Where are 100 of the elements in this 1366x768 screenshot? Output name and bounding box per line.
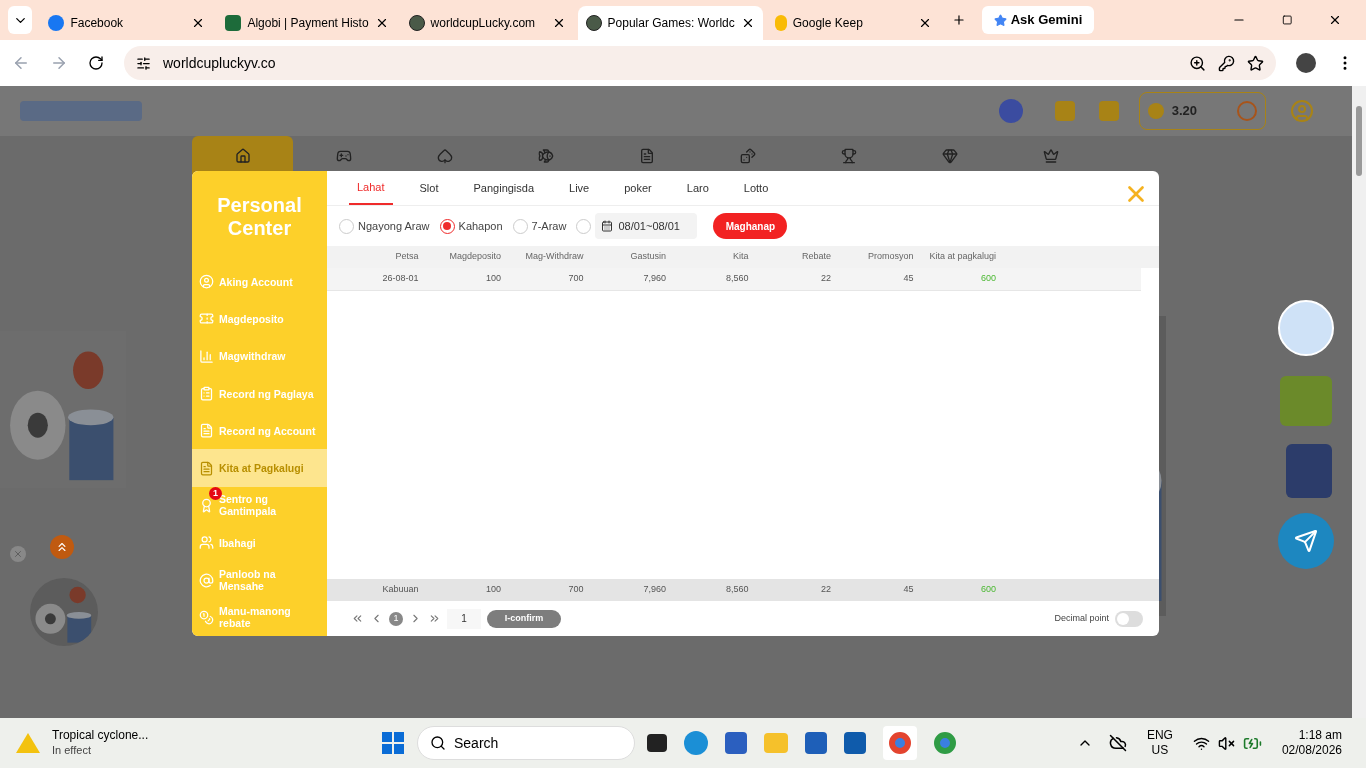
new-tab-icon[interactable]: [951, 12, 966, 28]
site-settings-icon[interactable]: [136, 55, 151, 71]
decimal-point-label: Decimal point: [1054, 611, 1109, 625]
last-page-icon[interactable]: [428, 612, 441, 625]
page-number[interactable]: 1: [389, 611, 403, 626]
search-placeholder: Search: [454, 733, 499, 753]
browser-tab[interactable]: Popular Games: Worldc: [577, 6, 763, 40]
avatar-icon[interactable]: [1296, 53, 1316, 73]
page-input[interactable]: 1: [447, 608, 481, 629]
column-header: Promosyon: [866, 250, 914, 264]
trophy-icon: [840, 148, 857, 164]
zoom-icon[interactable]: [1189, 54, 1206, 72]
category-tab[interactable]: Lotto: [735, 171, 777, 205]
maximize-icon[interactable]: [1281, 14, 1293, 26]
browser-tab[interactable]: Google Keep: [766, 6, 940, 40]
weather-subtitle: In effect: [52, 743, 92, 758]
category-tab[interactable]: Live: [561, 171, 598, 205]
card-icon: [638, 148, 655, 164]
sidebar-item-label: Magdeposito: [219, 312, 284, 325]
scroll-top-button[interactable]: [50, 535, 74, 559]
total-cell-text: Kabuuan: [381, 583, 419, 597]
dice-icon: [739, 148, 756, 164]
mute-icon[interactable]: [1217, 734, 1235, 752]
app-logo-icon: [225, 15, 242, 31]
sidebar-title: Personal Center: [216, 193, 303, 241]
telegram-button[interactable]: [1278, 513, 1334, 569]
date-range-field[interactable]: 08/01~08/01: [595, 213, 698, 239]
url-text: worldcupluckyv.co: [163, 53, 277, 73]
category-tab[interactable]: Lahat: [349, 171, 393, 205]
table-cell-text: 100: [484, 272, 501, 286]
start-icon[interactable]: [382, 732, 404, 754]
nav-item[interactable]: [192, 136, 293, 176]
total-cell-text: 7,960: [642, 583, 666, 597]
close-icon: [13, 549, 23, 559]
key-icon[interactable]: [1218, 54, 1235, 72]
column-header: Magdeposito: [448, 250, 501, 264]
tab-list-button[interactable]: [8, 6, 33, 34]
forward-icon[interactable]: [50, 54, 68, 72]
sidebar-item-label: Record ng Paglaya: [219, 387, 314, 400]
option-label[interactable]: 7-Araw: [531, 217, 567, 235]
date-range-text: 08/01~08/01: [618, 218, 680, 234]
users-icon: [199, 535, 214, 551]
balance-panel[interactable]: 3.20: [1138, 92, 1266, 130]
cloud-off-icon[interactable]: [1108, 734, 1127, 752]
column-header: Rebate: [800, 250, 831, 264]
table-cell-text: 22: [820, 272, 831, 286]
table-cell-text: 7,960: [642, 272, 666, 286]
gamepad-icon: [335, 148, 352, 164]
weather-title: Tropical cyclone...: [52, 728, 149, 743]
reload-icon[interactable]: [88, 55, 104, 71]
spade-icon: [436, 148, 453, 164]
table-cell-text: 45: [902, 272, 914, 286]
sparkle-icon: [993, 13, 1007, 27]
support-avatar-icon[interactable]: [1278, 300, 1334, 356]
scrollbar[interactable]: [1352, 86, 1366, 718]
language-indicator[interactable]: ENG US: [1146, 728, 1173, 758]
tab-title: Facebook: [70, 15, 125, 32]
bulb-icon: [774, 15, 787, 31]
decimal-point-toggle[interactable]: [1115, 610, 1143, 627]
crown-icon: [1042, 148, 1059, 164]
user-icon: [199, 274, 214, 290]
category-tab[interactable]: Pangingisda: [465, 171, 543, 205]
sidebar-item-label: Magwithdraw: [219, 350, 286, 363]
bar-chart-icon: [199, 348, 214, 364]
column-header: Kita at pagkalugi: [928, 250, 996, 264]
total-cell-text: 100: [484, 583, 501, 597]
fish-icon: [537, 148, 554, 164]
home-icon: [234, 148, 251, 164]
clipboard-icon: [199, 386, 214, 402]
sidebar-item[interactable]: Sentro ng Gantimpala 1: [192, 486, 327, 525]
taskbar-search-field[interactable]: Search: [417, 726, 635, 760]
option-label[interactable]: Kahapon: [458, 217, 503, 235]
total-cell-text: 700: [567, 583, 584, 597]
facebook-icon: [48, 15, 65, 31]
option-label[interactable]: Ngayong Araw: [358, 217, 430, 235]
address-field[interactable]: worldcupluckyv.co: [124, 46, 1276, 80]
browser-tab[interactable]: Facebook: [40, 6, 214, 40]
search-icon: [430, 735, 446, 751]
confirm-button[interactable]: I-confirm: [487, 609, 561, 628]
first-page-icon[interactable]: [351, 612, 364, 625]
clock[interactable]: 1:18 am 02/08/2026: [1281, 728, 1342, 758]
award-icon: [199, 497, 214, 513]
browser-tab[interactable]: Algobi | Payment Histo: [217, 6, 397, 40]
column-header: Petsa: [394, 250, 419, 264]
document-icon: [199, 423, 214, 439]
search-button[interactable]: Maghanap: [713, 213, 788, 239]
tab-title: Google Keep: [792, 15, 864, 32]
total-cell-text: 600: [979, 583, 996, 597]
category-tab[interactable]: Laro: [678, 171, 717, 205]
total-cell-text: 22: [820, 583, 831, 597]
category-tab[interactable]: poker: [616, 171, 660, 205]
bookmark-star-icon[interactable]: [1247, 54, 1264, 72]
balance-text: 3.20: [1171, 102, 1197, 121]
table-cell-text: 600: [979, 272, 996, 286]
ask-gemini-button[interactable]: Ask Gemini: [981, 6, 1095, 34]
document-icon: [199, 460, 214, 476]
sidebar-item-label: Kita at Pagkalugi: [219, 462, 304, 475]
back-icon[interactable]: [12, 54, 30, 72]
browser-tab[interactable]: worldcupLucky.com: [400, 6, 574, 40]
category-tab[interactable]: Slot: [411, 171, 447, 205]
